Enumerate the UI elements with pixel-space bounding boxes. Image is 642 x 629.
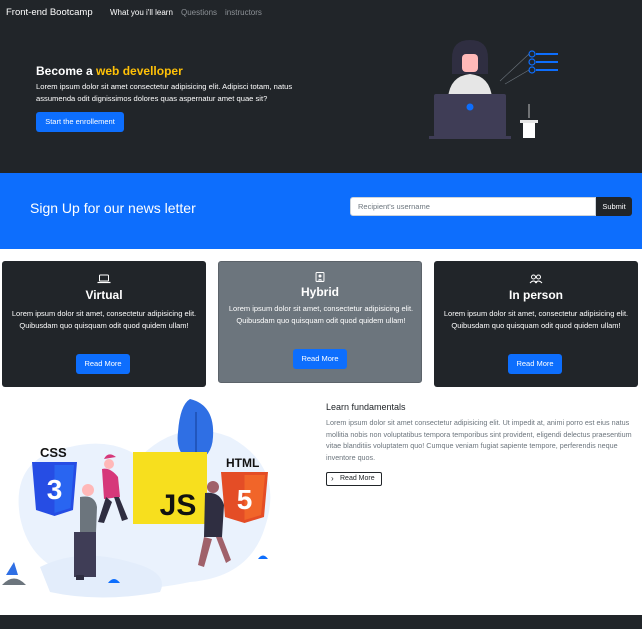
js-label: JS <box>160 489 197 522</box>
newsletter-submit-button[interactable]: Submit <box>596 197 632 216</box>
card-title: Virtual <box>85 288 123 302</box>
learn-read-more-label: Read More <box>340 475 375 482</box>
menu-lines-graphic <box>499 50 558 85</box>
developer-illustration <box>429 40 558 139</box>
card-title: Hybrid <box>300 285 339 299</box>
person-graphic <box>448 40 492 98</box>
person-badge-icon <box>315 272 325 282</box>
newsletter-username-input[interactable]: Recipient's username <box>350 197 596 216</box>
learn-text: Lorem ipsum dolor sit amet consectetur a… <box>326 418 632 462</box>
learn-title: Learn fundamentals <box>326 402 406 412</box>
card-read-more-button[interactable]: Read More <box>508 354 562 374</box>
hero-text: Lorem ipsum dolor sit amet consectetur a… <box>36 82 293 103</box>
card-text: Lorem ipsum dolor sit amet, consectetur … <box>443 309 629 330</box>
learn-read-more-button[interactable]: › Read More <box>326 472 382 486</box>
card-text: Lorem ipsum dolor sit amet, consectetur … <box>11 309 197 330</box>
nav-link-what-you-learn[interactable]: What you i'll learn <box>110 8 173 17</box>
card-virtual: Virtual Lorem ipsum dolor sit amet, cons… <box>2 261 206 387</box>
navbar: Front-end Bootcamp What you i'll learn Q… <box>0 0 642 26</box>
web-technologies-illustration: CSS 3 JS HTML 5 <box>2 399 271 598</box>
card-hybrid: Hybrid Lorem ipsum dolor sit amet, conse… <box>218 261 422 383</box>
nav-link-questions[interactable]: Questions <box>181 8 217 17</box>
card-text: Lorem ipsum dolor sit amet, consectetur … <box>228 304 414 325</box>
hero-title: Become a web develloper <box>36 64 183 78</box>
card-in-person: In person Lorem ipsum dolor sit amet, co… <box>434 261 638 387</box>
people-icon <box>529 274 543 284</box>
card-read-more-button[interactable]: Read More <box>293 349 347 369</box>
card-read-more-button[interactable]: Read More <box>76 354 130 374</box>
laptop-graphic <box>429 94 511 139</box>
laptop-icon <box>97 274 111 284</box>
card-title: In person <box>508 288 563 302</box>
newsletter-section: Sign Up for our news letter Recipient's … <box>0 173 642 249</box>
svg-text:5: 5 <box>237 484 253 515</box>
navbar-brand[interactable]: Front-end Bootcamp <box>6 7 93 18</box>
footer-bar <box>0 615 642 629</box>
cup-graphic <box>520 104 538 138</box>
css-label: CSS <box>40 445 67 460</box>
enroll-button[interactable]: Start the enrollement <box>36 112 124 132</box>
hero-section: Become a web develloper Lorem ipsum dolo… <box>0 26 642 173</box>
nav-link-instructors[interactable]: instructors <box>225 8 262 17</box>
newsletter-title: Sign Up for our news letter <box>30 200 196 216</box>
html-label: HTML <box>226 456 259 470</box>
svg-text:3: 3 <box>47 474 63 505</box>
chevron-right-icon: › <box>331 474 334 483</box>
